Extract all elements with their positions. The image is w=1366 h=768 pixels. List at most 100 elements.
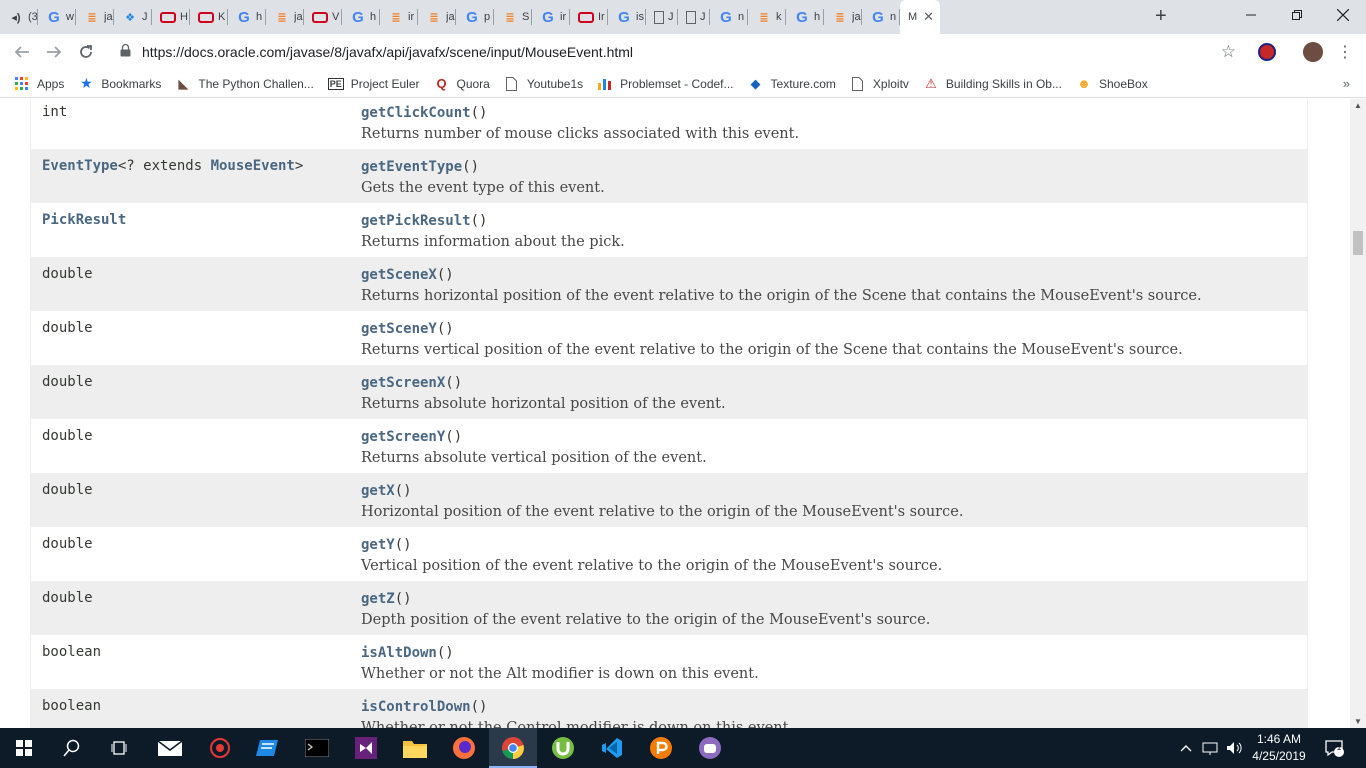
start-button[interactable] <box>0 728 48 768</box>
bookmark-item[interactable]: ★ Bookmarks <box>78 75 161 92</box>
scroll-down-icon[interactable]: ▼ <box>1354 717 1362 726</box>
browser-tab[interactable]: Gn <box>862 0 900 34</box>
bookmark-item[interactable]: PE Project Euler <box>327 76 420 92</box>
browser-tab[interactable]: ≣ ja <box>266 0 304 34</box>
method-name-link[interactable]: getSceneX <box>361 267 437 283</box>
address-bar[interactable]: https://docs.oracle.com/javase/8/javafx/… <box>110 38 1250 66</box>
action-center-button[interactable]: 1 <box>1324 728 1344 768</box>
taskbar-app[interactable] <box>637 728 685 768</box>
browser-tab[interactable]: ≣ k <box>748 0 786 34</box>
extension-icon[interactable] <box>1258 43 1276 61</box>
new-tab-button[interactable]: + <box>1155 5 1167 28</box>
method-name-link[interactable]: isAltDown <box>361 645 437 661</box>
bookmark-item[interactable]: Youtube1s <box>504 76 583 92</box>
browser-tab-active[interactable]: M ✕ <box>900 0 941 34</box>
bookmark-label: Youtube1s <box>526 76 584 91</box>
bookmark-item[interactable]: ⚠ Building Skills in Ob... <box>923 76 1062 92</box>
browser-tab[interactable]: H <box>152 0 190 34</box>
taskbar-utorrent[interactable] <box>539 728 587 768</box>
taskbar-app[interactable] <box>686 728 734 768</box>
browser-tab[interactable]: V <box>304 0 342 34</box>
scrollbar-thumb[interactable] <box>1353 231 1363 255</box>
browser-tab[interactable]: Gh <box>228 0 266 34</box>
bookmark-item[interactable]: Apps <box>14 76 64 92</box>
notification-count: 1 <box>1336 743 1342 752</box>
network-icon[interactable] <box>1202 728 1220 768</box>
url-text[interactable]: https://docs.oracle.com/javase/8/javafx/… <box>142 44 633 60</box>
method-name-link[interactable]: getScreenX <box>361 375 445 391</box>
bookmark-item[interactable]: Problemset - Codef... <box>597 76 734 92</box>
browser-tab[interactable]: Gp <box>456 0 494 34</box>
browser-tab[interactable]: Gis <box>608 0 646 34</box>
browser-tab[interactable]: ❖ J <box>114 0 152 34</box>
browser-tab[interactable]: ◂) (3 <box>0 0 38 34</box>
return-type-link[interactable]: PickResult <box>42 212 126 228</box>
browser-tab[interactable]: ≣ ir <box>380 0 418 34</box>
bookmarks-overflow-button[interactable]: » <box>1343 76 1350 91</box>
method-name-link[interactable]: getEventType <box>361 159 462 175</box>
menu-kebab-icon[interactable]: ⋮ <box>1333 40 1357 64</box>
browser-tab[interactable]: J <box>646 0 678 34</box>
return-type-link[interactable]: MouseEvent <box>211 158 295 174</box>
bookmark-item[interactable]: ☻ ShoeBox <box>1076 76 1148 92</box>
method-name-link[interactable]: getPickResult <box>361 213 471 229</box>
browser-tab[interactable]: Ir <box>570 0 608 34</box>
taskbar-firefox[interactable] <box>440 728 488 768</box>
browser-tab[interactable]: K <box>190 0 228 34</box>
browser-tab[interactable]: ≣ S <box>494 0 532 34</box>
restore-button[interactable] <box>1274 0 1320 30</box>
browser-tab[interactable]: Gir <box>532 0 570 34</box>
back-button[interactable] <box>10 40 34 64</box>
minimize-button[interactable] <box>1228 0 1274 30</box>
vertical-scrollbar[interactable]: ▲ ▼ <box>1350 99 1366 728</box>
bookmark-item[interactable]: ◆ Texture.com <box>748 76 836 92</box>
browser-tab[interactable]: ≣ ja <box>418 0 456 34</box>
bookmark-star-icon[interactable]: ☆ <box>1221 42 1236 62</box>
visual-studio-icon <box>355 737 377 759</box>
bookmark-item[interactable]: Xploitv <box>850 76 909 92</box>
taskbar-vscode[interactable] <box>588 728 636 768</box>
codeforces-icon <box>597 76 613 92</box>
taskbar-terminal[interactable] <box>293 728 341 768</box>
close-tab-icon[interactable]: ✕ <box>923 9 934 25</box>
show-hidden-icons-button[interactable] <box>1180 728 1192 768</box>
bookmark-label: Problemset - Codef... <box>620 76 734 91</box>
reload-button[interactable] <box>74 40 98 64</box>
tab-title: ir <box>560 11 567 23</box>
method-cell: getSceneX() Returns horizontal position o… <box>361 257 1202 311</box>
system-clock[interactable]: 1:46 AM 4/25/2019 <box>1244 731 1314 765</box>
apps-grid-icon <box>14 76 30 92</box>
taskbar-mail[interactable] <box>146 728 194 768</box>
browser-tab[interactable]: ≣ ja <box>824 0 862 34</box>
browser-tab[interactable]: Gn <box>710 0 748 34</box>
browser-tab[interactable]: Gw <box>38 0 76 34</box>
return-type-link[interactable]: EventType <box>42 158 118 174</box>
browser-tab[interactable]: ≣ ja <box>76 0 114 34</box>
method-name-link[interactable]: getSceneY <box>361 321 437 337</box>
taskbar-file-explorer[interactable] <box>391 728 439 768</box>
taskbar-visual-studio[interactable] <box>342 728 390 768</box>
taskbar-chrome[interactable] <box>489 728 537 768</box>
browser-tab[interactable]: J <box>678 0 710 34</box>
bookmark-item[interactable]: ◣ The Python Challen... <box>175 76 313 92</box>
volume-icon[interactable] <box>1226 728 1244 768</box>
forward-button[interactable] <box>42 40 66 64</box>
method-name-link[interactable]: getZ <box>361 591 395 607</box>
taskbar-app[interactable] <box>244 728 292 768</box>
taskbar-app[interactable] <box>196 728 244 768</box>
task-view-button[interactable] <box>96 728 144 768</box>
search-button[interactable] <box>48 728 96 768</box>
method-name-link[interactable]: isControlDown <box>361 699 471 715</box>
close-window-button[interactable] <box>1320 0 1366 30</box>
oracle-icon <box>578 11 594 23</box>
method-name-link[interactable]: getScreenY <box>361 429 445 445</box>
browser-tab[interactable]: Gh <box>342 0 380 34</box>
method-name-link[interactable]: getY <box>361 537 395 553</box>
method-name-link[interactable]: getX <box>361 483 395 499</box>
scroll-up-icon[interactable]: ▲ <box>1354 101 1362 110</box>
shoebox-icon: ☻ <box>1077 76 1091 91</box>
browser-tab[interactable]: Gh <box>786 0 824 34</box>
avatar[interactable] <box>1303 42 1323 62</box>
bookmark-item[interactable]: Q Quora <box>434 76 489 92</box>
method-name-link[interactable]: getClickCount <box>361 105 471 121</box>
